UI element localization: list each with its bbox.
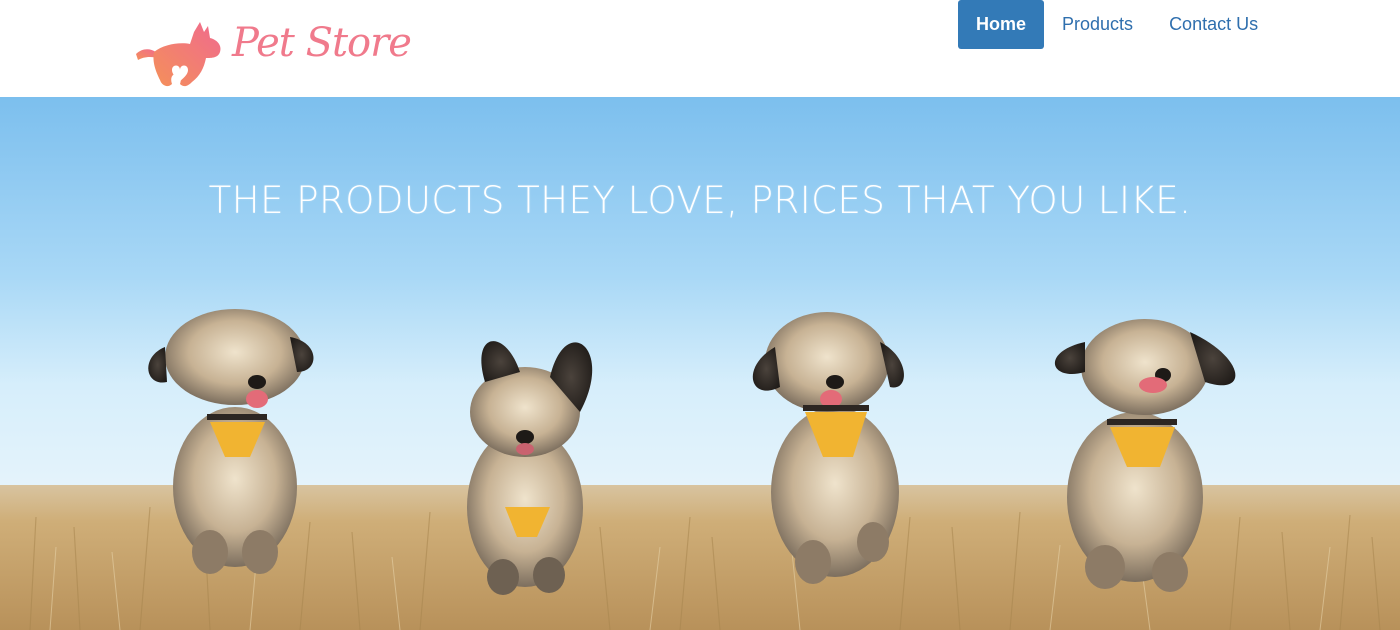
hero-banner: THE PRODUCTS THEY LOVE, PRICES THAT YOU … xyxy=(0,97,1400,630)
navbar: Pet Store Home Products Contact Us xyxy=(0,0,1400,97)
dog-heart-logo-icon xyxy=(136,22,221,87)
main-nav: Home Products Contact Us xyxy=(958,0,1276,49)
brand-logo-link[interactable]: Pet Store xyxy=(134,18,412,92)
nav-home-link[interactable]: Home xyxy=(958,0,1045,49)
nav-products-link[interactable]: Products xyxy=(1044,0,1151,49)
hero-tagline: THE PRODUCTS THEY LOVE, PRICES THAT YOU … xyxy=(208,179,1192,222)
four-running-dogs-photo xyxy=(0,97,1400,630)
nav-contact-link[interactable]: Contact Us xyxy=(1151,0,1276,49)
brand-name: Pet Store xyxy=(232,20,412,66)
